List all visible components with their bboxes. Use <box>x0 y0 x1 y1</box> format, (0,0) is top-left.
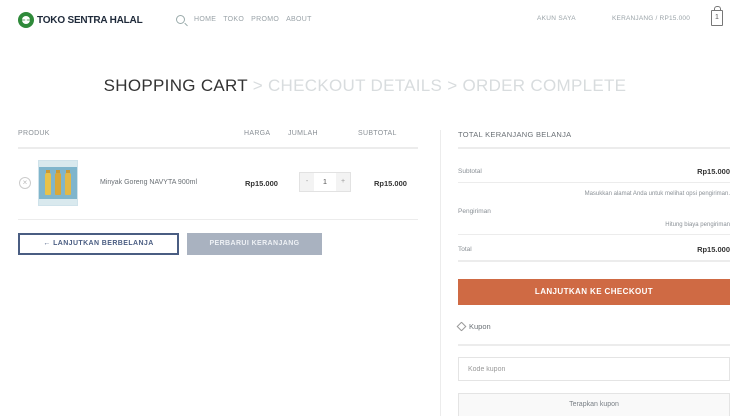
row-divider <box>18 219 418 220</box>
product-subtotal: Rp15.000 <box>374 179 407 188</box>
remove-item-button[interactable]: × <box>19 177 31 189</box>
column-header-price: HARGA <box>244 130 271 137</box>
totals-divider <box>458 260 730 262</box>
logo-text: TOKO SENTRA HALAL <box>37 14 143 26</box>
subtotal-value: Rp15.000 <box>697 167 730 176</box>
product-name-link[interactable]: Minyak Goreng NAVYTA 900ml <box>100 179 197 186</box>
table-row: × Minyak Goreng NAVYTA 900ml Rp15.000 - … <box>18 158 418 208</box>
tag-icon <box>456 321 467 332</box>
site-logo[interactable]: TOKO SENTRA HALAL <box>18 12 143 28</box>
product-thumbnail[interactable] <box>38 160 78 206</box>
quantity-input[interactable]: 1 <box>314 173 336 191</box>
subtotal-label: Subtotal <box>458 168 482 175</box>
coupon-divider <box>458 344 730 346</box>
main-nav: HOME TOKO PROMO ABOUT <box>176 15 312 24</box>
totals-divider <box>458 234 730 235</box>
quantity-stepper[interactable]: - 1 + <box>299 172 351 192</box>
nav-toko[interactable]: TOKO <box>223 16 244 23</box>
proceed-to-checkout-button[interactable]: LANJUTKAN KE CHECKOUT <box>458 279 730 305</box>
logo-icon <box>18 12 34 28</box>
coupon-label: Kupon <box>469 322 491 331</box>
nav-about[interactable]: ABOUT <box>286 16 312 23</box>
shipping-label: Pengiriman <box>458 208 491 215</box>
cart-totals-title: TOTAL KERANJANG BELANJA <box>458 130 572 139</box>
apply-coupon-button[interactable]: Terapkan kupon <box>458 393 730 416</box>
step-separator: > <box>447 76 458 95</box>
step-order-complete: ORDER COMPLETE <box>462 76 627 95</box>
step-separator: > <box>252 76 263 95</box>
cart-icon[interactable]: 1 <box>711 6 723 26</box>
total-value: Rp15.000 <box>697 245 730 254</box>
step-shopping-cart[interactable]: SHOPPING CART <box>104 76 248 95</box>
calculate-shipping-link[interactable]: Hitung biaya pengiriman <box>665 222 730 228</box>
coupon-heading: Kupon <box>456 321 491 332</box>
update-cart-button[interactable]: PERBARUI KERANJANG <box>187 233 322 255</box>
account-link[interactable]: AKUN SAYA <box>537 15 576 22</box>
site-header: TOKO SENTRA HALAL HOME TOKO PROMO ABOUT … <box>0 0 730 44</box>
column-divider <box>440 130 441 416</box>
step-checkout-details[interactable]: CHECKOUT DETAILS <box>268 76 442 95</box>
quantity-decrease-button[interactable]: - <box>300 173 314 191</box>
totals-divider <box>458 182 730 183</box>
header-cart-link[interactable]: KERANJANG / RP15.000 <box>612 15 690 22</box>
quantity-increase-button[interactable]: + <box>336 173 350 191</box>
coupon-code-input[interactable] <box>458 357 730 381</box>
column-header-product: PRODUK <box>18 130 50 137</box>
column-header-quantity: JUMLAH <box>288 130 318 137</box>
search-icon[interactable] <box>176 15 185 24</box>
nav-home[interactable]: HOME <box>194 16 216 23</box>
totals-divider <box>458 147 730 149</box>
header-divider <box>18 147 418 149</box>
total-label: Total <box>458 246 472 253</box>
checkout-steps: SHOPPING CART > CHECKOUT DETAILS > ORDER… <box>0 76 730 96</box>
column-header-subtotal: SUBTOTAL <box>358 130 397 137</box>
continue-shopping-button[interactable]: ← LANJUTKAN BERBELANJA <box>18 233 179 255</box>
product-price: Rp15.000 <box>245 179 278 188</box>
nav-promo[interactable]: PROMO <box>251 16 279 23</box>
shipping-note: Masukkan alamat Anda untuk melihat opsi … <box>584 191 730 197</box>
